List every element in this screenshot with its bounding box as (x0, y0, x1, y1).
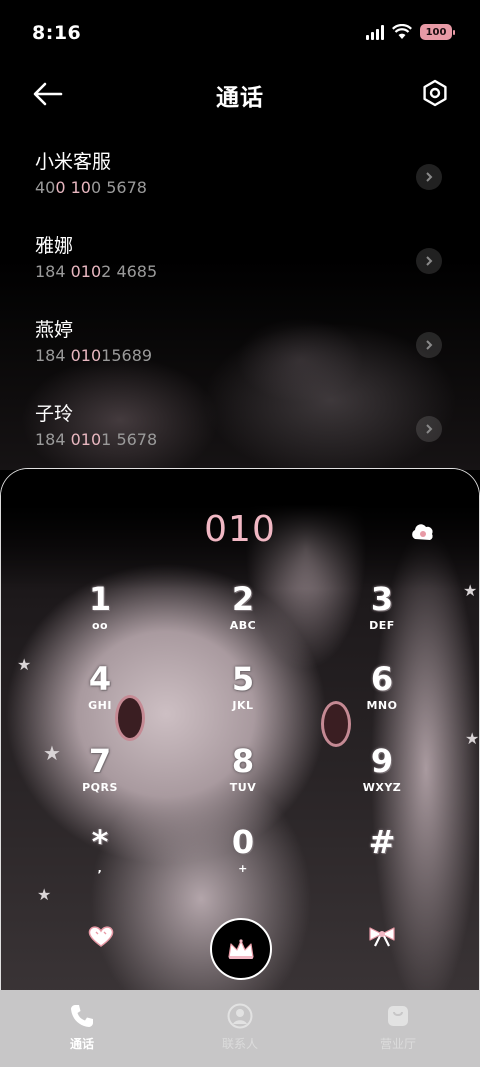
tab-label: 营业厅 (379, 1037, 416, 1051)
key-8[interactable]: 8 TUV (183, 741, 303, 819)
status-icons: 100 (366, 24, 455, 40)
contact-number: 184 0102 4685 (35, 262, 158, 281)
battery-icon: 100 (420, 24, 455, 40)
dialed-number: 010 (204, 509, 276, 550)
key-1[interactable]: 1 ᴏᴏ (40, 579, 160, 657)
chevron-right-icon[interactable] (416, 248, 442, 274)
tab-label: 通话 (69, 1037, 94, 1051)
key-0[interactable]: 0 + (183, 822, 303, 900)
contact-name: 子玲 (35, 403, 74, 425)
contact-number: 184 01015689 (35, 346, 153, 365)
chevron-right-icon[interactable] (416, 416, 442, 442)
key-hash[interactable]: # (322, 822, 442, 900)
heart-icon[interactable] (87, 924, 115, 948)
contact-name: 小米客服 (35, 151, 112, 173)
wifi-icon (392, 24, 412, 39)
tab-service-hall[interactable]: 营业厅 (318, 990, 478, 1067)
bottom-tab-bar: 通话 联系人 营业厅 (0, 990, 480, 1067)
cloud-flower-icon[interactable] (409, 521, 437, 545)
dialpad-panel: ★ ★ ★ ★ ★ 010 1 ᴏᴏ 2 ABC 3 DEF 4 GHI 5 JKL 6M… (0, 468, 480, 998)
signal-icon (366, 24, 384, 40)
shopping-bag-icon (383, 1002, 413, 1030)
chevron-right-icon[interactable] (416, 332, 442, 358)
key-2[interactable]: 2 ABC (183, 579, 303, 657)
tab-label: 联系人 (221, 1037, 258, 1051)
key-7[interactable]: 7 PQRS (40, 741, 160, 819)
page-title: 通话 (216, 85, 264, 111)
app-header: 通话 (0, 66, 480, 124)
key-4[interactable]: 4 GHI (40, 659, 160, 737)
chevron-right-icon[interactable] (416, 164, 442, 190)
contact-name: 燕婷 (35, 319, 74, 341)
contact-number: 184 0101 5678 (35, 430, 158, 449)
key-5[interactable]: 5 JKL (183, 659, 303, 737)
list-item[interactable]: 子玲 184 0101 5678 (0, 392, 480, 476)
tab-calls[interactable]: 通话 (2, 990, 162, 1067)
phone-icon (67, 1002, 97, 1030)
key-star[interactable]: *, (40, 822, 160, 900)
contact-suggestion-list: 小米客服 400 100 5678 雅娜 184 0102 4685 燕婷 18… (0, 140, 480, 476)
key-6[interactable]: 6 MNO (322, 659, 442, 737)
contact-name: 雅娜 (35, 235, 74, 257)
person-icon (225, 1002, 255, 1030)
contact-number: 400 100 5678 (35, 178, 147, 197)
bow-icon[interactable] (367, 924, 397, 948)
key-9[interactable]: 9 WXYZ (322, 741, 442, 819)
call-button[interactable] (210, 918, 272, 980)
list-item[interactable]: 燕婷 184 01015689 (0, 308, 480, 392)
status-time: 8:16 (32, 22, 82, 44)
tab-contacts[interactable]: 联系人 (160, 990, 320, 1067)
list-item[interactable]: 小米客服 400 100 5678 (0, 140, 480, 224)
settings-hexagon-icon[interactable] (420, 78, 450, 108)
key-3[interactable]: 3 DEF (322, 579, 442, 657)
status-bar: 8:16 100 (0, 0, 480, 66)
crown-icon (228, 939, 254, 959)
list-item[interactable]: 雅娜 184 0102 4685 (0, 224, 480, 308)
